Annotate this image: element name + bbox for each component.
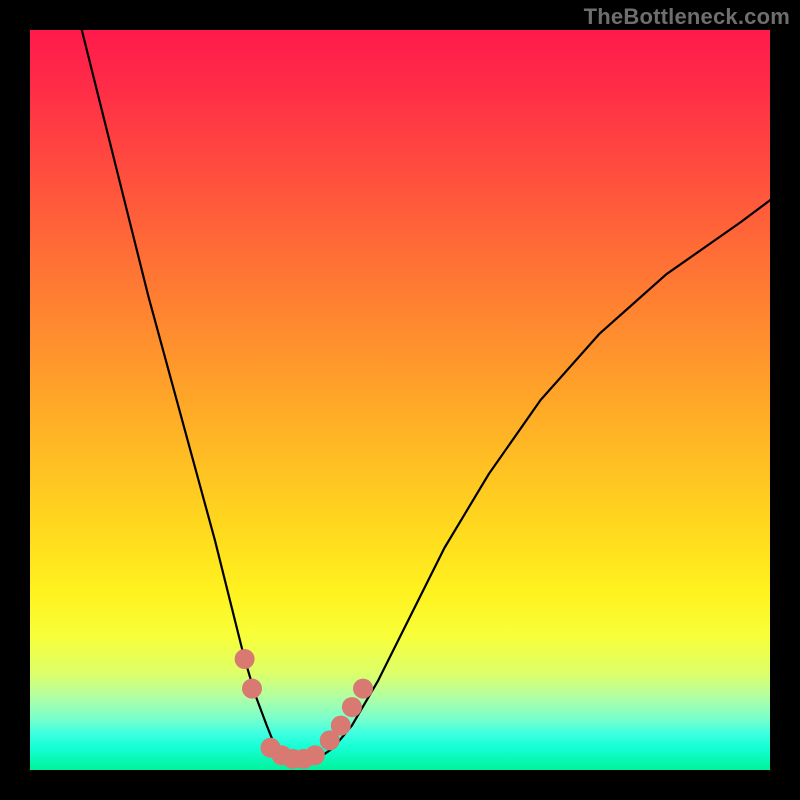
chart-svg [30,30,770,770]
series-path [82,30,770,763]
curve-layer [82,30,770,763]
highlight-point [242,679,262,699]
highlight-point [342,697,362,717]
marker-layer [235,649,373,769]
highlight-point [331,716,351,736]
plot-area [30,30,770,770]
highlight-point [353,679,373,699]
highlight-point [235,649,255,669]
watermark-text: TheBottleneck.com [584,4,790,30]
highlight-point [305,745,325,765]
chart-frame: TheBottleneck.com [0,0,800,800]
